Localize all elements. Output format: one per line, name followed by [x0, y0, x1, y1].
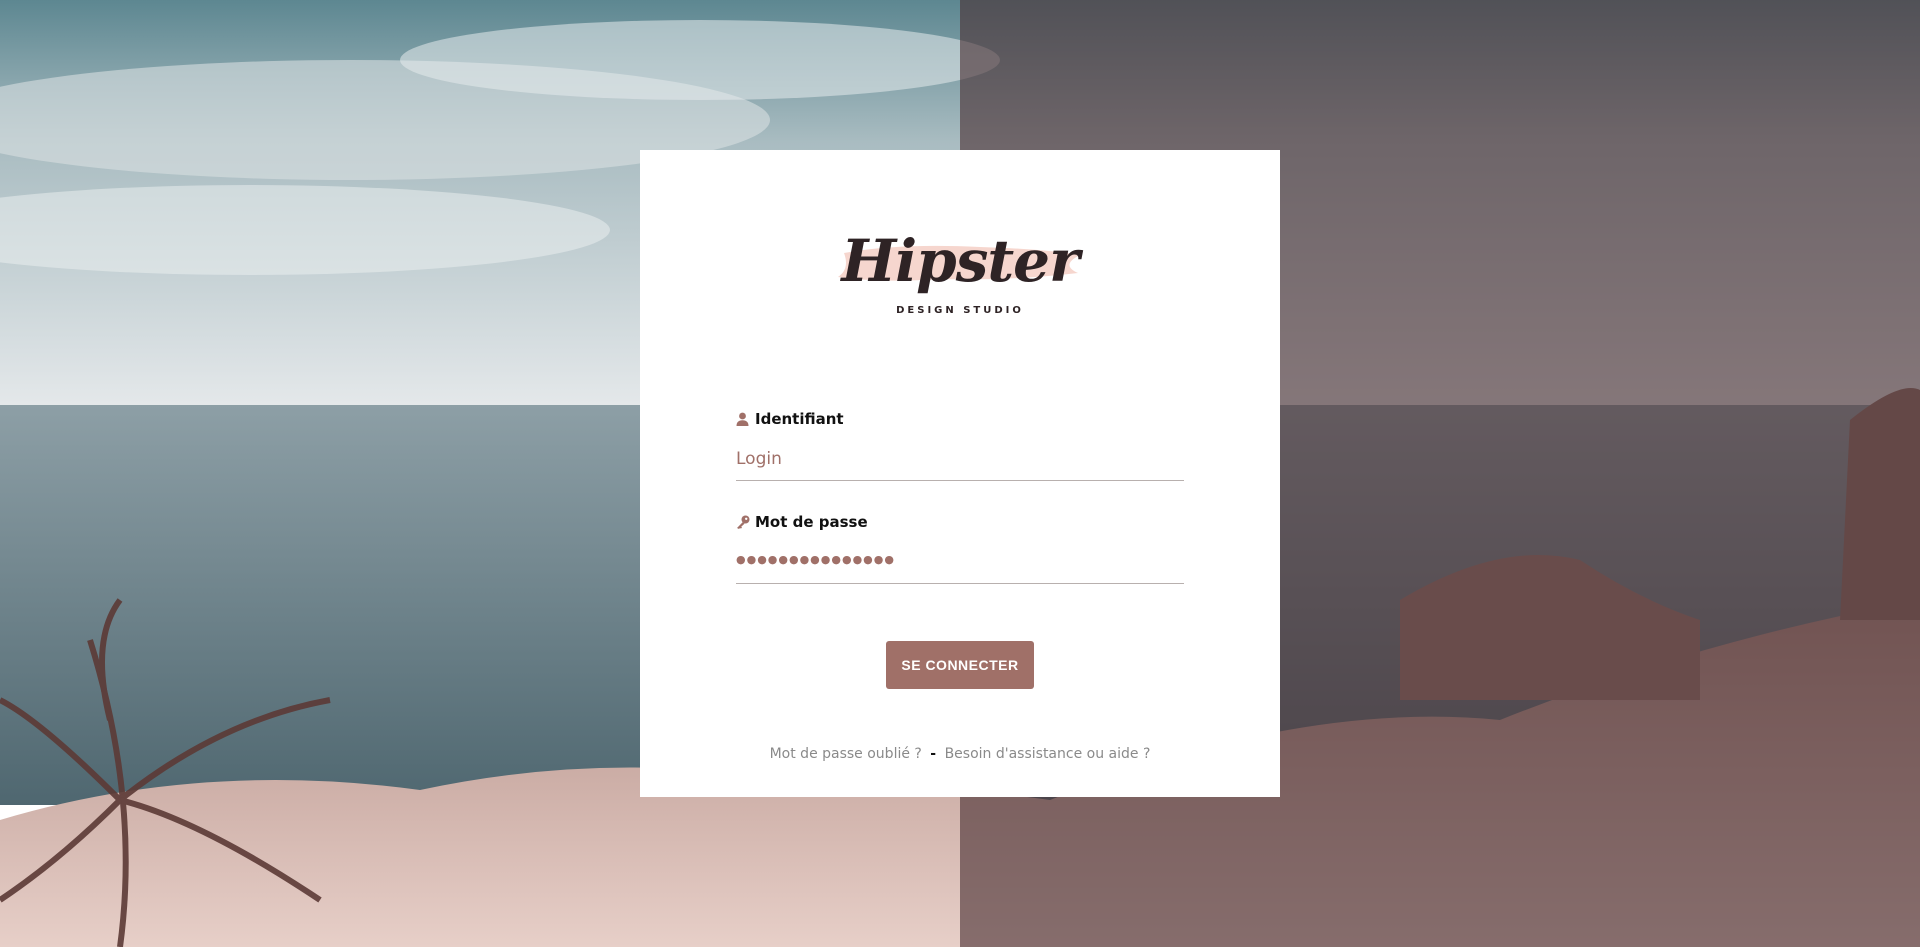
login-button[interactable]: SE CONNECTER	[886, 641, 1034, 689]
password-label-text: Mot de passe	[755, 513, 868, 531]
forgot-password-link[interactable]: Mot de passe oublié ?	[770, 746, 922, 762]
help-links: Mot de passe oublié ? - Besoin d'assista…	[640, 746, 1280, 762]
links-separator: -	[930, 746, 937, 762]
login-input[interactable]	[736, 438, 1184, 481]
login-label: Identifiant	[736, 410, 844, 428]
password-masked-value: ●●●●●●●●●●●●●●●	[736, 553, 895, 566]
help-link[interactable]: Besoin d'assistance ou aide ?	[945, 746, 1151, 762]
password-label: Mot de passe	[736, 513, 868, 531]
brand-tagline: DESIGN STUDIO	[896, 305, 1024, 316]
user-icon	[736, 412, 749, 426]
login-label-text: Identifiant	[755, 410, 844, 428]
password-input[interactable]: ●●●●●●●●●●●●●●●	[736, 547, 1184, 584]
brand-logo: Hipster DESIGN STUDIO	[830, 225, 1090, 345]
key-icon	[736, 515, 750, 529]
brand-name: Hipster	[841, 227, 1079, 295]
